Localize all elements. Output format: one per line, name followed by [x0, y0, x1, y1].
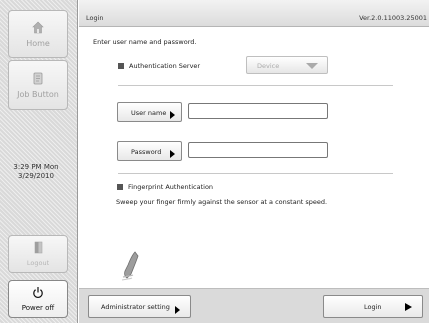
job-button-icon — [32, 72, 44, 85]
auth-server-value: Device — [257, 62, 280, 70]
password-button-label: Password — [131, 148, 162, 156]
login-button[interactable]: Login — [323, 295, 423, 318]
clock-time: 3:29 PM Mon — [13, 163, 59, 171]
fingerprint-instruction: Sweep your finger firmly against the sen… — [116, 198, 328, 206]
auth-server-dropdown[interactable]: Device — [246, 56, 328, 74]
version-label: Ver.2.0.11003.25001 — [359, 14, 427, 22]
auth-server-label: Authentication Server — [129, 62, 201, 70]
password-button[interactable]: Password — [117, 141, 182, 161]
login-button-label: Login — [364, 303, 382, 311]
clock-date: 3/29/2010 — [18, 172, 54, 180]
triangle-right-icon — [170, 150, 175, 158]
username-button-label: User name — [131, 109, 167, 117]
chevron-down-icon — [306, 63, 318, 69]
power-off-button[interactable]: Power off — [8, 280, 68, 318]
job-button-label: Job Button — [17, 89, 59, 99]
administrator-setting-button[interactable]: Administrator setting — [88, 295, 191, 318]
footer-bar: Administrator setting Login — [79, 288, 429, 323]
triangle-right-icon — [170, 111, 175, 119]
fingerprint-label: Fingerprint Authentication — [128, 183, 214, 191]
password-field[interactable] — [188, 142, 328, 158]
job-button[interactable]: Job Button — [8, 60, 68, 110]
home-label: Home — [26, 38, 50, 48]
fingerprint-sensor-icon — [119, 250, 141, 282]
divider — [118, 85, 393, 86]
clock: 3:29 PM Mon 3/29/2010 — [0, 163, 72, 181]
administrator-setting-label: Administrator setting — [101, 303, 170, 311]
auth-server-bullet — [118, 63, 124, 69]
page-title: Login — [86, 14, 104, 22]
login-panel: Enter user name and password. Authentica… — [79, 28, 429, 288]
home-button[interactable]: Home — [8, 10, 68, 58]
username-field[interactable] — [188, 103, 328, 119]
sidebar: Home Job Button 3:29 PM Mon 3/29/2010 Lo… — [0, 0, 78, 323]
home-icon — [32, 21, 44, 34]
fingerprint-bullet — [117, 184, 123, 190]
power-off-label: Power off — [21, 304, 55, 312]
triangle-right-icon — [175, 306, 180, 314]
username-button[interactable]: User name — [117, 102, 182, 122]
power-icon — [32, 286, 44, 299]
instruction-text: Enter user name and password. — [93, 38, 197, 46]
logout-button[interactable]: Logout — [8, 235, 68, 273]
play-arrow-icon — [405, 303, 412, 311]
divider — [118, 173, 393, 174]
logout-label: Logout — [26, 259, 50, 267]
logout-icon — [32, 241, 44, 254]
header-bar: Login Ver.2.0.11003.25001 — [79, 0, 429, 27]
